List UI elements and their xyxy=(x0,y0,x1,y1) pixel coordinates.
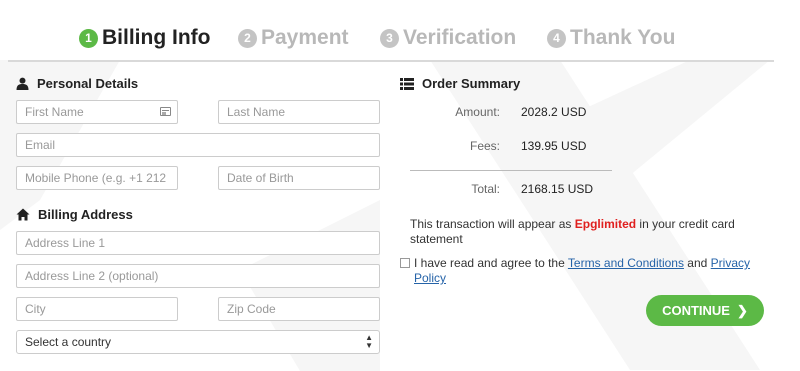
amount-value: 2028.2 USD xyxy=(521,105,587,119)
personal-details-heading: Personal Details xyxy=(16,76,138,91)
order-summary-title: Order Summary xyxy=(422,76,521,91)
step-label: Billing Info xyxy=(102,26,211,49)
step-thank-you[interactable]: 4 Thank You xyxy=(547,26,675,50)
dob-field[interactable] xyxy=(218,166,380,190)
step-verification[interactable]: 3 Verification xyxy=(380,26,516,50)
total-label: Total: xyxy=(471,182,500,196)
first-name-input[interactable] xyxy=(17,101,177,123)
billing-address-title: Billing Address xyxy=(38,207,133,222)
user-icon xyxy=(16,77,29,90)
step-label: Thank You xyxy=(570,26,676,49)
continue-button[interactable]: CONTINUE ❯ xyxy=(646,295,764,326)
checkout-steps: 1 Billing Info 2 Payment 3 Verification … xyxy=(0,26,780,54)
personal-details-title: Personal Details xyxy=(37,76,139,91)
list-icon xyxy=(400,77,414,90)
last-name-field[interactable] xyxy=(218,100,380,124)
agree-prefix: I have read and agree to the xyxy=(414,256,568,270)
phone-input[interactable] xyxy=(17,167,177,189)
last-name-input[interactable] xyxy=(219,101,379,123)
address-line-2-field[interactable] xyxy=(16,264,380,288)
contact-card-icon xyxy=(160,107,171,116)
continue-label: CONTINUE xyxy=(662,303,730,318)
total-value: 2168.15 USD xyxy=(521,182,594,196)
home-icon xyxy=(16,208,30,221)
country-select[interactable]: Select a country ▲ ▼ xyxy=(16,330,380,354)
zip-input[interactable] xyxy=(219,298,379,320)
terms-checkbox[interactable] xyxy=(400,258,410,268)
step-billing-info[interactable]: 1 Billing Info xyxy=(79,26,210,50)
email-input[interactable] xyxy=(17,134,379,156)
step-number: 3 xyxy=(380,28,399,48)
amount-label: Amount: xyxy=(455,105,500,119)
summary-divider xyxy=(410,170,612,171)
notice-prefix: This transaction will appear as xyxy=(410,217,575,231)
country-select-value: Select a country xyxy=(25,335,112,349)
first-name-field[interactable] xyxy=(16,100,178,124)
chevron-right-icon: ❯ xyxy=(736,302,748,318)
fees-label: Fees: xyxy=(469,139,500,153)
steps-divider xyxy=(8,60,774,62)
step-number: 2 xyxy=(238,28,257,48)
terms-agreement: I have read and agree to the Terms and C… xyxy=(400,256,765,286)
dob-input[interactable] xyxy=(219,167,379,189)
order-summary-heading: Order Summary xyxy=(400,76,520,91)
address-line-1-input[interactable] xyxy=(17,232,379,254)
address-line-1-field[interactable] xyxy=(16,231,380,255)
email-field[interactable] xyxy=(16,133,380,157)
phone-field[interactable] xyxy=(16,166,178,190)
step-number: 1 xyxy=(79,28,98,48)
notice-brand: Epglimited xyxy=(574,217,637,231)
city-input[interactable] xyxy=(17,298,177,320)
zip-field[interactable] xyxy=(218,297,380,321)
terms-link[interactable]: Terms and Conditions xyxy=(568,256,684,270)
select-arrows-icon: ▲ ▼ xyxy=(365,333,373,350)
step-label: Payment xyxy=(261,26,349,49)
address-line-2-input[interactable] xyxy=(17,265,379,287)
step-number: 4 xyxy=(547,28,566,48)
agree-middle: and xyxy=(683,256,711,270)
statement-notice: This transaction will appear as Epglimit… xyxy=(410,217,760,247)
step-label: Verification xyxy=(403,26,517,49)
city-field[interactable] xyxy=(16,297,178,321)
fees-value: 139.95 USD xyxy=(521,139,587,153)
billing-address-heading: Billing Address xyxy=(16,207,133,222)
step-payment[interactable]: 2 Payment xyxy=(238,26,349,50)
